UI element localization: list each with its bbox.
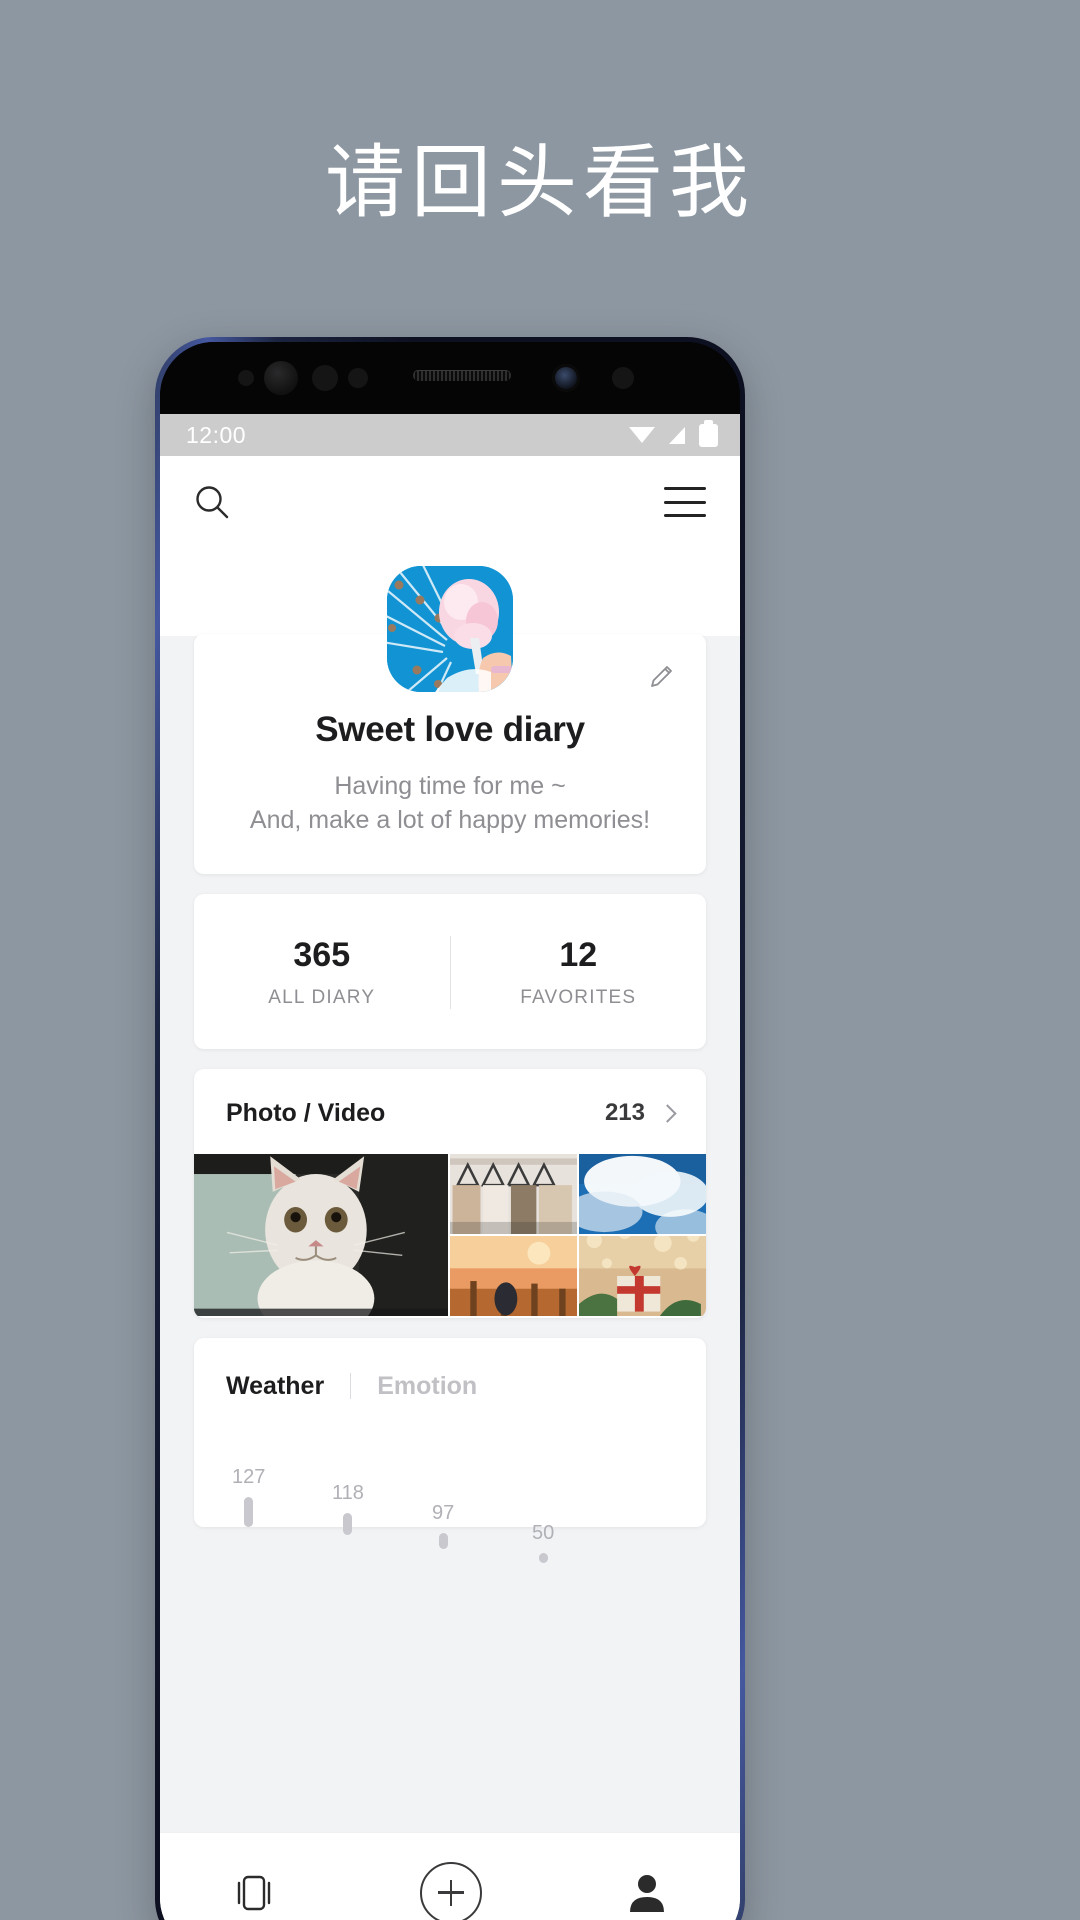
front-camera-icon bbox=[552, 364, 580, 392]
photo-video-card: Photo / Video 213 bbox=[194, 1068, 706, 1318]
tab-divider bbox=[350, 1373, 352, 1399]
hamburger-menu-icon[interactable] bbox=[664, 487, 706, 517]
profile-subtitle-line2: And, make a lot of happy memories! bbox=[249, 805, 651, 834]
photo-video-header[interactable]: Photo / Video 213 bbox=[194, 1069, 706, 1154]
chart-bar-label: 50 bbox=[532, 1521, 555, 1544]
chart-bar-label: 118 bbox=[332, 1481, 364, 1504]
menu-bar-3 bbox=[664, 514, 706, 517]
pencil-edit-icon[interactable] bbox=[648, 662, 676, 690]
menu-bar-2 bbox=[664, 500, 706, 504]
battery-icon bbox=[699, 419, 718, 447]
chart-bar-label: 127 bbox=[232, 1465, 266, 1488]
bottom-navigation-bar bbox=[160, 1832, 740, 1920]
stat-all-diary[interactable]: 365 ALL DIARY bbox=[194, 936, 450, 1009]
chart-bar-2: 97 bbox=[432, 1502, 454, 1549]
chart-bar-rect bbox=[438, 1532, 448, 1549]
chevron-right-icon[interactable] bbox=[658, 1103, 677, 1123]
media-tile-hangers[interactable] bbox=[450, 1153, 577, 1234]
media-tile-beach-video[interactable] bbox=[450, 1235, 577, 1316]
chart-bar-3: 50 bbox=[532, 1522, 554, 1563]
search-icon[interactable] bbox=[194, 484, 230, 520]
menu-bar-1 bbox=[664, 487, 706, 490]
chart-bar-1: 118 bbox=[332, 1482, 364, 1535]
phone-device-frame: 12:00 Sweet love diary Having time for m… bbox=[155, 337, 745, 1920]
main-scroll-area[interactable]: Sweet love diary Having time for me ~ An… bbox=[160, 548, 740, 1832]
profile-subtitle: Having time for me ~ And, make a lot of … bbox=[224, 770, 676, 838]
wifi-icon bbox=[629, 425, 655, 445]
stat-value: 12 bbox=[559, 935, 598, 974]
status-time: 12:00 bbox=[186, 421, 247, 448]
photo-video-count: 213 bbox=[604, 1099, 645, 1126]
profile-icon[interactable] bbox=[627, 1872, 667, 1914]
chart-bar-rect bbox=[343, 1512, 353, 1535]
profile-subtitle-line1: Having time for me ~ bbox=[334, 772, 566, 800]
phone-screen: 12:00 Sweet love diary Having time for m… bbox=[160, 414, 740, 1920]
media-grid bbox=[194, 1153, 706, 1318]
led-indicator-icon bbox=[612, 367, 634, 389]
recent-diaries-icon[interactable] bbox=[233, 1874, 275, 1912]
iris-scanner-icon bbox=[264, 361, 298, 395]
profile-title: Sweet love diary bbox=[315, 710, 585, 749]
chart-bar-rect bbox=[538, 1552, 548, 1563]
stat-value: 365 bbox=[293, 935, 351, 974]
light-sensor-icon bbox=[348, 368, 368, 388]
chart-bar-rect bbox=[244, 1496, 254, 1527]
add-button-icon[interactable] bbox=[419, 1861, 482, 1920]
stat-favorites[interactable]: 12 FAVORITES bbox=[449, 935, 707, 1009]
status-icon-group bbox=[629, 419, 718, 447]
signal-icon bbox=[669, 426, 685, 444]
photo-video-title: Photo / Video bbox=[226, 1098, 386, 1127]
avatar[interactable] bbox=[387, 566, 513, 692]
page-title: 请回头看我 bbox=[325, 136, 755, 229]
proximity-sensor-icon bbox=[312, 365, 338, 391]
status-bar: 12:00 bbox=[160, 414, 740, 456]
weather-emotion-tabs: Weather Emotion bbox=[226, 1372, 674, 1401]
chart-bar-label: 97 bbox=[432, 1501, 455, 1524]
sensor-dot-icon bbox=[238, 370, 254, 386]
profile-card: Sweet love diary Having time for me ~ An… bbox=[194, 566, 706, 874]
weather-emotion-card: Weather Emotion 127 118 97 50 bbox=[194, 1337, 706, 1563]
earpiece-speaker-icon bbox=[413, 370, 511, 381]
phone-bezel: 12:00 Sweet love diary Having time for m… bbox=[160, 342, 740, 1920]
media-tile-gift[interactable] bbox=[579, 1235, 706, 1316]
weather-bar-chart: 127 118 97 50 bbox=[226, 1437, 674, 1563]
tab-weather[interactable]: Weather bbox=[226, 1372, 324, 1401]
stats-card: 365 ALL DIARY 12 FAVORITES bbox=[194, 893, 707, 1049]
media-tile-cat[interactable] bbox=[194, 1153, 448, 1316]
tab-emotion[interactable]: Emotion bbox=[377, 1372, 477, 1401]
app-header bbox=[160, 456, 740, 548]
media-tile-clouds[interactable] bbox=[579, 1153, 706, 1234]
stat-label: ALL DIARY bbox=[268, 986, 376, 1008]
phone-notch-hardware bbox=[160, 342, 740, 414]
chart-bar-0: 127 bbox=[232, 1466, 265, 1527]
stat-label: FAVORITES bbox=[520, 986, 637, 1008]
